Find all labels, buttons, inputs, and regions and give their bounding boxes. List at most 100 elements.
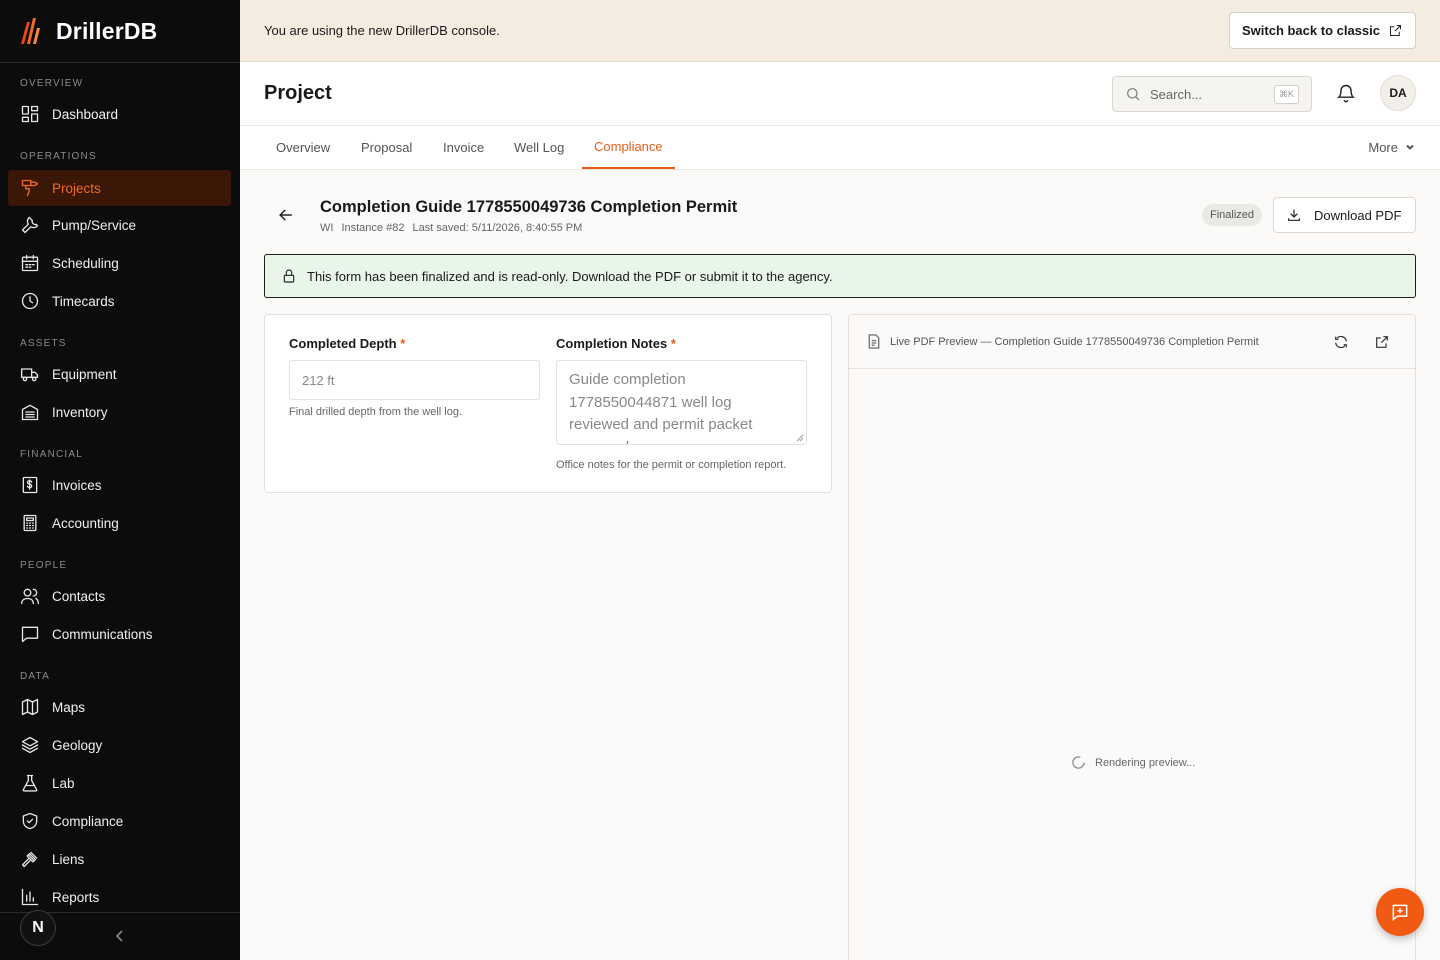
alert-message: This form has been finalized and is read…	[307, 268, 833, 284]
search-input[interactable]: Search... ⌘K	[1112, 76, 1312, 112]
search-shortcut: ⌘K	[1273, 85, 1299, 104]
sidebar-item-label: Pump/Service	[52, 217, 137, 233]
brand[interactable]: DrillerDB	[0, 0, 240, 63]
document-last-saved: Last saved: 5/11/2026, 8:40:55 PM	[412, 222, 583, 234]
completed-depth-label-text: Completed Depth	[289, 336, 397, 351]
switch-to-classic-button[interactable]: Switch back to classic	[1228, 12, 1416, 49]
required-mark: *	[400, 336, 406, 351]
completion-notes-field[interactable]: Guide completion 1778550044871 well log …	[556, 360, 807, 445]
arrow-left-icon	[279, 209, 292, 221]
status-badge: Finalized	[1202, 204, 1263, 226]
switch-to-classic-label: Switch back to classic	[1241, 23, 1380, 38]
user-avatar[interactable]: DA	[1380, 75, 1416, 111]
tab-well-log[interactable]: Well Log	[502, 126, 576, 168]
bell-icon	[1336, 84, 1356, 103]
sidebar-item-label: Inventory	[52, 404, 108, 420]
bar-chart-icon	[21, 888, 39, 906]
drillerdb-logo-icon	[21, 18, 40, 44]
sidebar-item-label: Reports	[52, 889, 100, 905]
completed-depth-field[interactable]: 212 ft	[289, 360, 540, 400]
sidebar-item-accounting[interactable]: Accounting	[8, 505, 231, 541]
document-meta: WI Instance #82 Last saved: 5/11/2026, 8…	[320, 222, 582, 234]
sidebar: DrillerDB OVERVIEW Dashboard OPERATIONS …	[0, 0, 240, 960]
users-icon	[21, 588, 39, 605]
document-icon	[868, 334, 880, 349]
sidebar-item-label: Accounting	[52, 515, 119, 531]
form-card: Completed Depth * 212 ft Final drilled d…	[264, 314, 832, 493]
section-data: DATA	[20, 671, 50, 682]
search-placeholder: Search...	[1150, 86, 1203, 102]
tab-overview[interactable]: Overview	[264, 126, 342, 168]
sidebar-item-label: Dashboard	[52, 106, 119, 122]
document-state: WI	[320, 222, 334, 234]
drill-icon	[21, 179, 39, 197]
more-tabs-button[interactable]: More	[1368, 126, 1416, 168]
sidebar-item-label: Communications	[52, 626, 153, 642]
sidebar-item-lab[interactable]: Lab	[8, 765, 231, 801]
document-instance: Instance #82	[341, 222, 405, 234]
back-button[interactable]	[276, 205, 296, 225]
document-title: Completion Guide 1778550049736 Completio…	[320, 198, 738, 216]
workspace-logo[interactable]: N	[20, 910, 56, 946]
lock-icon	[283, 269, 295, 283]
download-pdf-label: Download PDF	[1314, 207, 1402, 223]
sidebar-item-scheduling[interactable]: Scheduling	[8, 245, 231, 281]
section-overview: OVERVIEW	[20, 78, 84, 89]
chevron-down-icon	[1406, 144, 1414, 150]
download-icon	[1288, 209, 1300, 221]
sidebar-item-geology[interactable]: Geology	[8, 727, 231, 763]
tab-proposal[interactable]: Proposal	[349, 126, 424, 168]
wrench-icon	[21, 216, 39, 234]
refresh-preview-button[interactable]	[1333, 334, 1349, 350]
tab-compliance[interactable]: Compliance	[582, 126, 675, 169]
sidebar-item-label: Liens	[52, 851, 85, 867]
notifications-button[interactable]	[1336, 82, 1356, 104]
sidebar-item-pump-service[interactable]: Pump/Service	[8, 207, 231, 243]
resize-handle-icon[interactable]	[796, 434, 804, 442]
gavel-icon	[21, 851, 38, 868]
sidebar-item-liens[interactable]: Liens	[8, 841, 231, 877]
page-header: Project Search... ⌘K DA	[240, 62, 1440, 126]
pdf-preview-header: Live PDF Preview — Completion Guide 1778…	[849, 315, 1415, 369]
message-icon	[21, 626, 39, 643]
sidebar-item-projects[interactable]: Projects	[8, 170, 231, 206]
sidebar-item-label: Projects	[52, 180, 101, 196]
banner-message: You are using the new DrillerDB console.	[264, 23, 500, 38]
section-operations: OPERATIONS	[20, 151, 97, 162]
completed-depth-label: Completed Depth *	[289, 336, 405, 351]
flask-icon	[22, 774, 38, 792]
warehouse-icon	[21, 404, 39, 421]
dashboard-icon	[21, 105, 39, 123]
sidebar-item-label: Contacts	[52, 588, 106, 604]
sidebar-item-label: Equipment	[52, 366, 117, 382]
sidebar-item-inventory[interactable]: Inventory	[8, 394, 231, 430]
calculator-icon	[23, 514, 37, 532]
project-tabs: Overview Proposal Invoice Well Log Compl…	[240, 126, 1440, 170]
sidebar-item-compliance[interactable]: Compliance	[8, 803, 231, 839]
completed-depth-help: Final drilled depth from the well log.	[289, 406, 463, 418]
sidebar-item-equipment[interactable]: Equipment	[8, 356, 231, 392]
download-pdf-button[interactable]: Download PDF	[1273, 197, 1416, 233]
sidebar-item-timecards[interactable]: Timecards	[8, 283, 231, 319]
more-label: More	[1368, 139, 1398, 155]
sidebar-item-communications[interactable]: Communications	[8, 616, 231, 652]
clock-icon	[21, 292, 39, 310]
collapse-sidebar-icon[interactable]	[112, 928, 128, 944]
rendering-status: Rendering preview...	[1071, 755, 1195, 770]
sidebar-item-label: Scheduling	[52, 255, 119, 271]
open-preview-button[interactable]	[1374, 334, 1390, 350]
sidebar-item-contacts[interactable]: Contacts	[8, 578, 231, 614]
completion-notes-label-text: Completion Notes	[556, 336, 668, 351]
feedback-button[interactable]	[1376, 888, 1424, 936]
external-link-icon	[1376, 336, 1388, 348]
sidebar-item-dashboard[interactable]: Dashboard	[8, 96, 231, 132]
sidebar-item-maps[interactable]: Maps	[8, 689, 231, 725]
sidebar-item-label: Lab	[52, 775, 75, 791]
message-plus-icon	[1392, 904, 1408, 922]
tab-invoice[interactable]: Invoice	[431, 126, 496, 168]
completion-notes-value: Guide completion 1778550044871 well log …	[569, 371, 753, 444]
calendar-icon	[21, 254, 39, 272]
sidebar-item-label: Timecards	[52, 293, 115, 309]
sidebar-item-invoices[interactable]: Invoices	[8, 467, 231, 503]
search-icon	[1127, 88, 1140, 101]
